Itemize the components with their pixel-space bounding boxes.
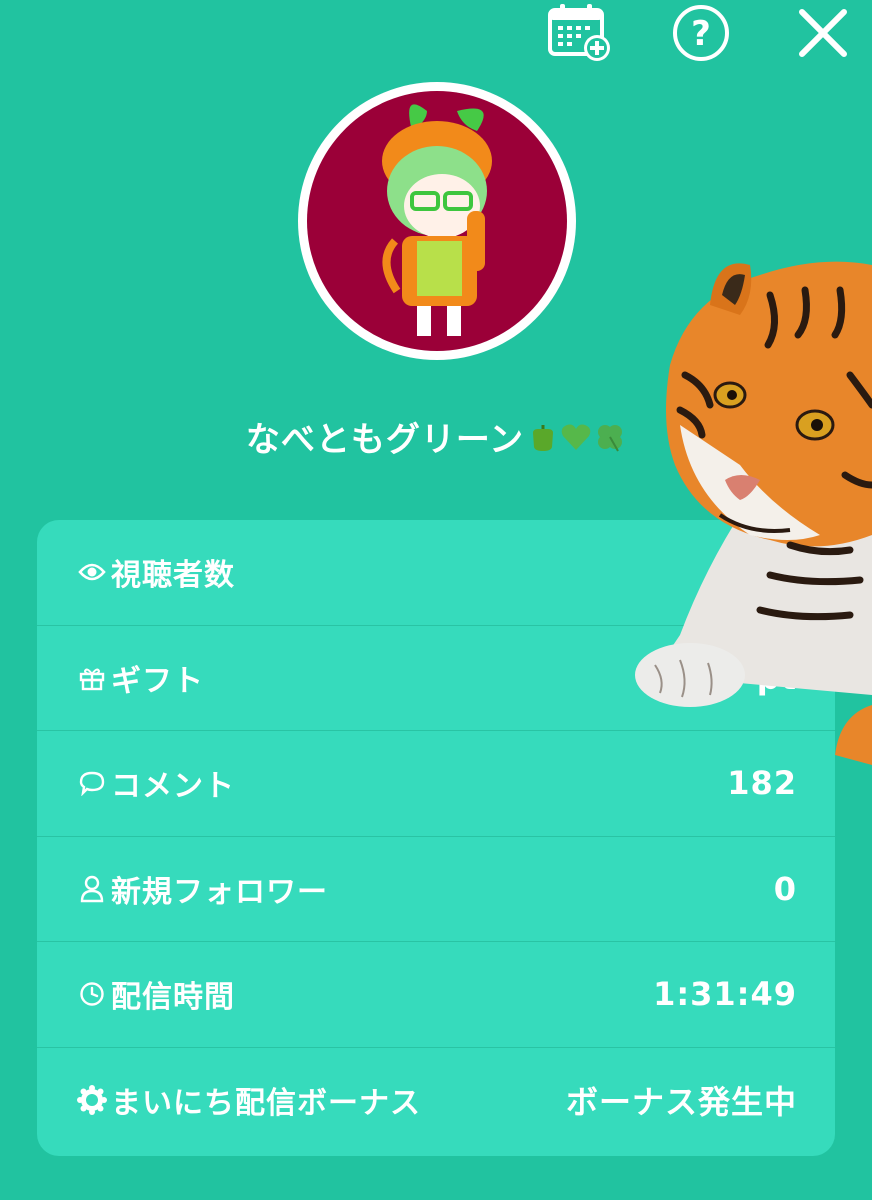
stat-row-stream-time: 配信時間 1:31:49 xyxy=(37,942,835,1048)
stat-row-gift: ギフト pt xyxy=(37,626,835,731)
stat-row-viewers: 視聴者数 xyxy=(37,520,835,626)
calendar-add-icon[interactable] xyxy=(546,2,612,64)
stat-value: 1:31:49 xyxy=(653,975,797,1014)
avatar-image xyxy=(307,91,567,351)
stat-value: 0 xyxy=(773,869,797,908)
stat-row-new-followers: 新規フォロワー 0 xyxy=(37,837,835,942)
pepper-icon xyxy=(533,424,554,451)
avatar[interactable] xyxy=(298,82,576,360)
comment-icon xyxy=(77,768,107,798)
stat-value: 182 xyxy=(727,764,797,803)
username-text: なべともグリーン xyxy=(245,420,525,460)
person-icon xyxy=(77,874,107,904)
clock-icon xyxy=(77,979,107,1009)
gift-icon xyxy=(77,663,107,693)
username-emojis xyxy=(528,421,626,453)
stat-value: pt xyxy=(756,658,797,697)
stat-label: 配信時間 xyxy=(111,980,235,1016)
eye-icon xyxy=(77,557,107,587)
stat-label: まいにち配信ボーナス xyxy=(111,1086,421,1122)
close-icon[interactable] xyxy=(790,2,856,64)
stat-row-daily-bonus: まいにち配信ボーナス ボーナス発生中 xyxy=(37,1048,835,1154)
stat-value: ボーナス発生中 xyxy=(565,1083,797,1122)
stat-label: コメント xyxy=(111,769,235,805)
clover-icon xyxy=(598,424,623,451)
help-icon[interactable]: ? xyxy=(668,2,734,64)
sun-badge-icon xyxy=(77,1085,107,1116)
svg-text:?: ? xyxy=(691,14,711,54)
stat-label: ギフト xyxy=(111,663,204,699)
stats-card: 視聴者数 ギフト pt コメント 182 新規フォロワー 0 配信時間 1:31… xyxy=(37,520,835,1156)
stat-label: 視聴者数 xyxy=(111,558,235,594)
stat-row-comments: コメント 182 xyxy=(37,731,835,837)
stat-label: 新規フォロワー xyxy=(111,874,328,910)
green-heart-icon xyxy=(561,424,591,450)
top-bar: ? xyxy=(0,0,872,70)
username: なべともグリーン xyxy=(0,412,872,461)
